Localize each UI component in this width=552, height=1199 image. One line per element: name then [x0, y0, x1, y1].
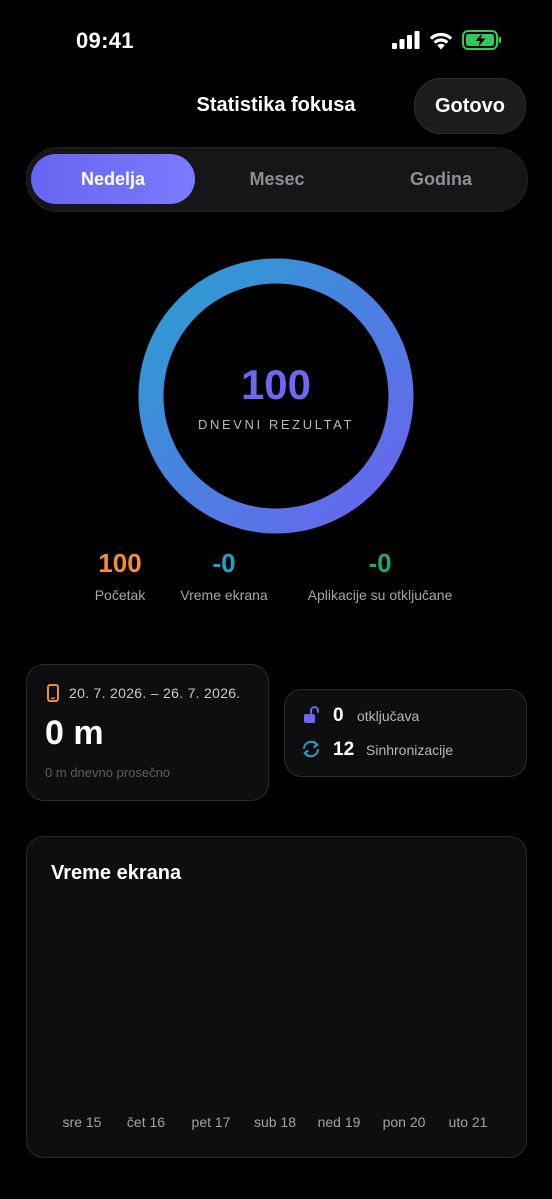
- tab-week[interactable]: Nedelja: [31, 154, 195, 204]
- status-icons: [392, 30, 502, 50]
- chart-x-tick-label: sre 15: [62, 1114, 102, 1130]
- tab-year[interactable]: Godina: [359, 154, 523, 204]
- unlock-icon: [304, 706, 319, 723]
- signal-icon: [392, 31, 420, 49]
- date-range: 20. 7. 2026. – 26. 7. 2026.: [69, 685, 241, 701]
- status-time: 09:41: [76, 28, 134, 53]
- screen-time-bar-chart: [50, 890, 500, 1100]
- screen-time-delta-label: Vreme ekrana: [180, 587, 268, 603]
- chart-x-tick-label: pet 17: [191, 1114, 231, 1130]
- tab-month[interactable]: Mesec: [195, 154, 359, 204]
- total-screen-time: 0 m: [45, 714, 104, 752]
- screen-time-delta-value: -0: [212, 548, 236, 578]
- chart-x-tick-label: sub 18: [253, 1114, 297, 1130]
- period-segmented-control: Nedelja Mesec Godina: [26, 147, 528, 212]
- start-score-label: Početak: [94, 587, 146, 603]
- syncs-count: 12: [333, 739, 355, 760]
- syncs-label: Sinhronizacije: [366, 742, 454, 758]
- sync-icon: [303, 740, 319, 758]
- chart-title: Vreme ekrana: [51, 862, 182, 884]
- unlocks-syncs-card: [284, 689, 527, 777]
- chart-x-tick-label: uto 21: [448, 1114, 488, 1130]
- start-score-value: 100: [98, 548, 142, 578]
- done-button[interactable]: Gotovo: [414, 78, 526, 134]
- chart-x-tick-label: ned 19: [317, 1114, 361, 1130]
- phone-icon: [47, 684, 59, 702]
- unlocks-count: 0: [333, 705, 344, 726]
- daily-score-value: 100: [240, 361, 312, 408]
- wifi-icon: [429, 32, 453, 49]
- daily-score-label: DNEVNI REZULTAT: [197, 417, 354, 432]
- unlocked-apps-delta-label: Aplikacije su otključane: [307, 587, 453, 603]
- chart-x-tick-label: čet 16: [126, 1114, 166, 1130]
- battery-charging-icon: [462, 30, 501, 50]
- unlocks-label: otključava: [357, 708, 420, 724]
- unlocked-apps-delta-value: -0: [368, 548, 392, 578]
- chart-x-tick-label: pon 20: [382, 1114, 426, 1130]
- daily-average: 0 m dnevno prosečno: [45, 765, 171, 780]
